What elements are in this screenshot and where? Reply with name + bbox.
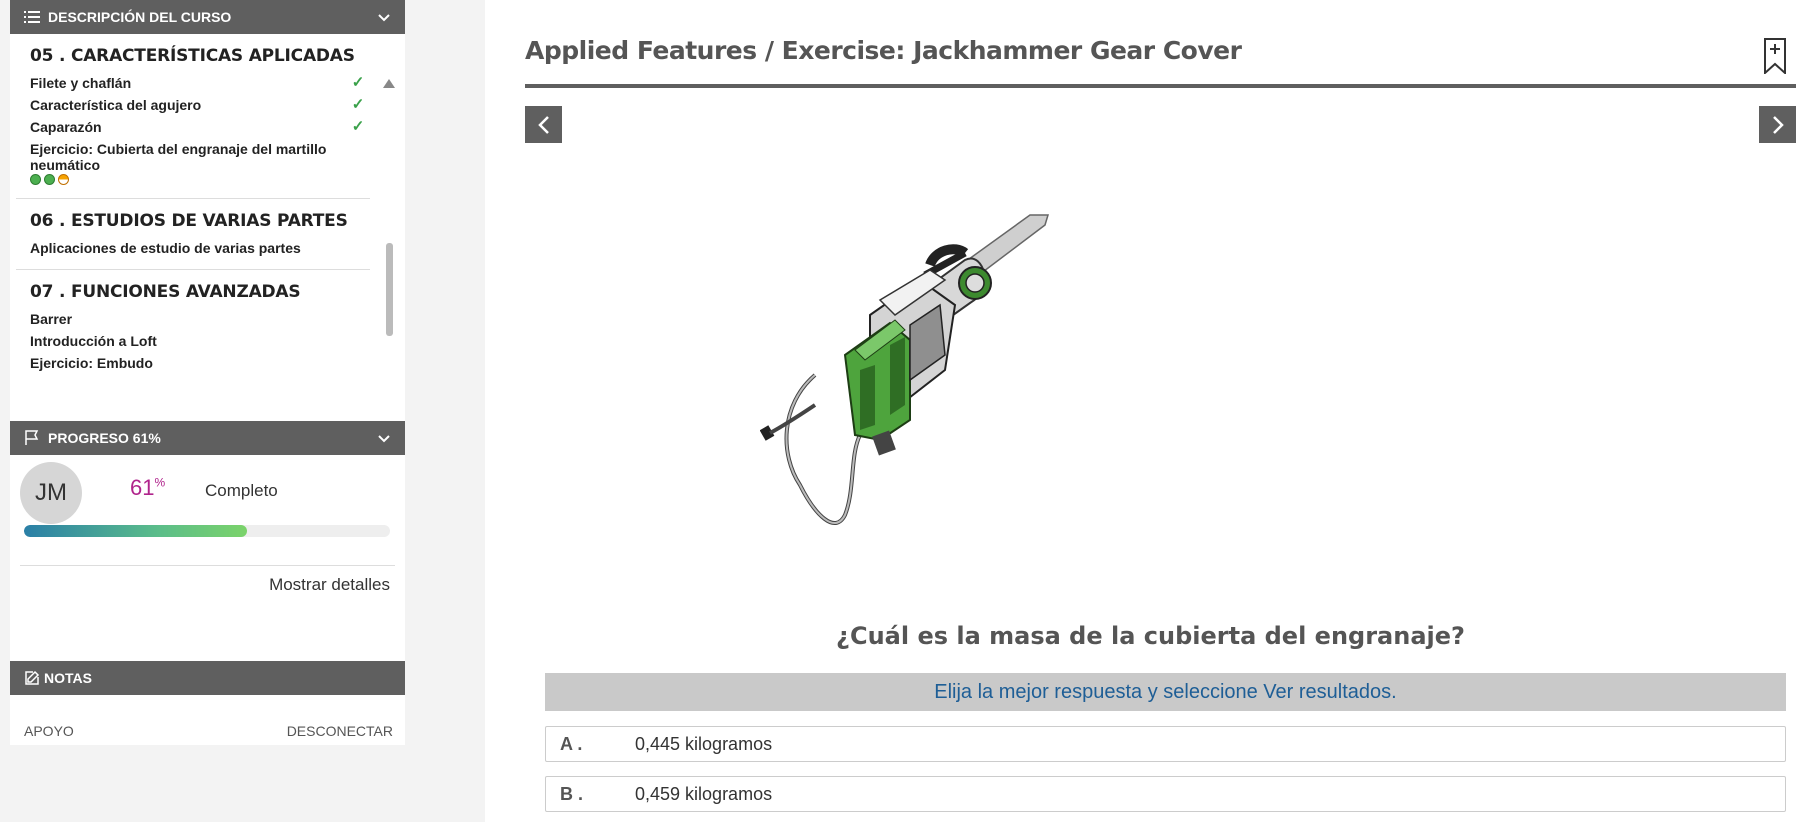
previous-button[interactable] [525,106,562,143]
avatar: JM [20,462,82,524]
check-icon: ✓ [351,118,365,135]
list-item[interactable]: Ejercicio: Embudo [30,352,370,374]
progress-header[interactable]: PROGRESO 61% [10,421,405,455]
page-title: Applied Features / Exercise: Jackhammer … [525,36,1242,65]
complete-label: Completo [205,481,278,500]
check-icon: ✓ [351,74,365,91]
jackhammer-image [760,214,1050,525]
section-06: 06 . ESTUDIOS DE VARIAS PARTES Aplicacio… [16,199,370,270]
section-07: 07 . FUNCIONES AVANZADAS Barrer Introduc… [16,270,370,384]
course-description-header[interactable]: DESCRIPCIÓN DEL CURSO [10,0,405,34]
chevron-right-icon [1772,115,1784,134]
complete-dot-icon [30,174,41,185]
list-item[interactable]: Ejercicio: Cubierta del engranaje del ma… [30,138,370,188]
question-text: ¿Cuál es la masa de la cubierta del engr… [836,622,1465,650]
progress-bar-fill [24,525,248,537]
complete-dot-icon [44,174,55,185]
section-title[interactable]: 06 . ESTUDIOS DE VARIAS PARTES [30,211,370,231]
instruction-banner: Elija la mejor respuesta y seleccione Ve… [545,673,1786,711]
list-item[interactable]: Filete y chaflán ✓ [30,72,370,94]
progress-percent: 61% [130,475,166,500]
notes-label: NOTAS [44,670,92,686]
option-text: 0,459 kilogramos [635,783,773,804]
next-button[interactable] [1759,106,1796,143]
list-item[interactable]: Característica del agujero ✓ [30,94,370,116]
sidebar: DESCRIPCIÓN DEL CURSO 05 . CARACTERÍSTIC… [10,0,405,745]
list-item[interactable]: Barrer [30,308,370,330]
main-content: Applied Features / Exercise: Jackhammer … [485,0,1816,822]
chevron-left-icon [537,115,549,134]
answer-option-a[interactable]: A . 0,445 kilogramos [545,726,1786,762]
course-outline: 05 . CARACTERÍSTICAS APLICADAS Filete y … [10,34,405,421]
check-icon: ✓ [351,96,365,113]
chevron-down-icon[interactable] [377,431,391,445]
scroll-up-icon[interactable] [383,79,395,88]
option-letter: A . [560,733,583,754]
list-icon [24,11,40,23]
edit-icon [25,670,40,685]
progress-bar [24,525,390,537]
section-05: 05 . CARACTERÍSTICAS APLICADAS Filete y … [16,34,370,199]
list-item[interactable]: Aplicaciones de estudio de varias partes [30,237,370,259]
list-item[interactable]: Introducción a Loft [30,330,370,352]
title-divider [525,84,1796,88]
course-description-label: DESCRIPCIÓN DEL CURSO [48,9,232,25]
option-text: 0,445 kilogramos [635,733,773,754]
status-dots [30,174,69,185]
section-title[interactable]: 07 . FUNCIONES AVANZADAS [30,282,370,302]
divider [20,565,395,566]
flag-icon [25,430,39,445]
scrollbar-thumb[interactable] [386,243,393,336]
progress-panel: JM 61% Completo Mostrar detalles [10,455,405,661]
section-title[interactable]: 05 . CARACTERÍSTICAS APLICADAS [30,46,370,66]
answer-option-b[interactable]: B . 0,459 kilogramos [545,776,1786,812]
notes-header[interactable]: NOTAS [10,661,405,695]
sidebar-footer: APOYO DESCONECTAR [10,695,405,745]
logout-link[interactable]: DESCONECTAR [287,723,393,739]
partial-dot-icon [58,174,69,185]
bookmark-add-icon[interactable] [1764,38,1786,74]
show-details-link[interactable]: Mostrar detalles [269,575,390,595]
option-letter: B . [560,783,584,804]
support-link[interactable]: APOYO [24,723,74,739]
chevron-down-icon[interactable] [377,10,391,24]
progress-label: PROGRESO 61% [48,430,161,446]
list-item[interactable]: Caparazón ✓ [30,116,370,138]
